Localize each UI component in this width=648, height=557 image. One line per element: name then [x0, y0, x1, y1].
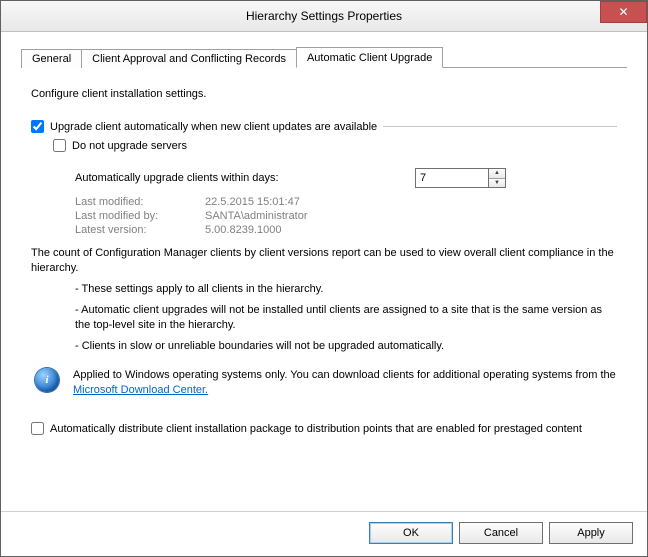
ok-button[interactable]: OK	[369, 522, 453, 544]
days-row: Automatically upgrade clients within day…	[75, 168, 617, 188]
tab-strip: General Client Approval and Conflicting …	[21, 46, 627, 68]
window-title: Hierarchy Settings Properties	[1, 9, 647, 23]
meta-version-row: Latest version: 5.00.8239.1000	[75, 224, 617, 236]
distribute-label: Automatically distribute client installa…	[50, 423, 582, 435]
days-label: Automatically upgrade clients within day…	[75, 172, 405, 184]
content-area: General Client Approval and Conflicting …	[1, 32, 647, 511]
meta-modified-by-row: Last modified by: SANTA\administrator	[75, 210, 617, 222]
close-button[interactable]: ✕	[600, 1, 647, 23]
bullet-all-clients: - These settings apply to all clients in…	[75, 282, 617, 297]
close-icon: ✕	[618, 5, 628, 19]
meta-version-label: Latest version:	[75, 224, 205, 236]
upgrade-auto-label: Upgrade client automatically when new cl…	[50, 121, 377, 133]
no-servers-checkbox[interactable]	[53, 139, 66, 152]
distribute-row: Automatically distribute client installa…	[31, 422, 617, 435]
no-servers-label: Do not upgrade servers	[72, 140, 187, 152]
titlebar: Hierarchy Settings Properties ✕	[1, 1, 647, 32]
distribute-checkbox[interactable]	[31, 422, 44, 435]
bullet-slow-boundary: - Clients in slow or unreliable boundari…	[75, 339, 617, 354]
meta-modified-by-value: SANTA\administrator	[205, 210, 308, 222]
upgrade-auto-checkbox[interactable]	[31, 120, 44, 133]
download-center-link[interactable]: Microsoft Download Center.	[73, 384, 208, 396]
tab-panel-upgrade: Configure client installation settings. …	[21, 68, 627, 511]
info-icon: i	[35, 368, 59, 392]
tab-general[interactable]: General	[21, 49, 82, 68]
tab-automatic-upgrade[interactable]: Automatic Client Upgrade	[296, 47, 443, 68]
apply-button[interactable]: Apply	[549, 522, 633, 544]
tab-client-approval[interactable]: Client Approval and Conflicting Records	[81, 49, 297, 68]
meta-modified-value: 22.5.2015 15:01:47	[205, 196, 300, 208]
meta-modified-row: Last modified: 22.5.2015 15:01:47	[75, 196, 617, 208]
info-text-pre: Applied to Windows operating systems onl…	[73, 369, 616, 381]
count-paragraph: The count of Configuration Manager clien…	[31, 246, 617, 276]
info-block: i Applied to Windows operating systems o…	[31, 368, 617, 398]
group-divider	[383, 126, 617, 128]
meta-modified-by-label: Last modified by:	[75, 210, 205, 222]
spinner-down[interactable]: ▼	[489, 179, 505, 188]
dialog-window: Hierarchy Settings Properties ✕ General …	[0, 0, 648, 557]
cancel-button[interactable]: Cancel	[459, 522, 543, 544]
info-text: Applied to Windows operating systems onl…	[73, 368, 617, 398]
meta-modified-label: Last modified:	[75, 196, 205, 208]
days-input[interactable]	[415, 168, 489, 188]
panel-instruction: Configure client installation settings.	[31, 88, 617, 100]
upgrade-auto-row: Upgrade client automatically when new cl…	[31, 120, 617, 133]
no-servers-row: Do not upgrade servers	[53, 139, 617, 152]
days-spinner: ▲ ▼	[415, 168, 506, 188]
spinner-up[interactable]: ▲	[489, 169, 505, 179]
dialog-button-row: OK Cancel Apply	[1, 511, 647, 556]
spinner-buttons: ▲ ▼	[489, 168, 506, 188]
meta-version-value: 5.00.8239.1000	[205, 224, 281, 236]
bullet-site-version: - Automatic client upgrades will not be …	[75, 303, 617, 333]
